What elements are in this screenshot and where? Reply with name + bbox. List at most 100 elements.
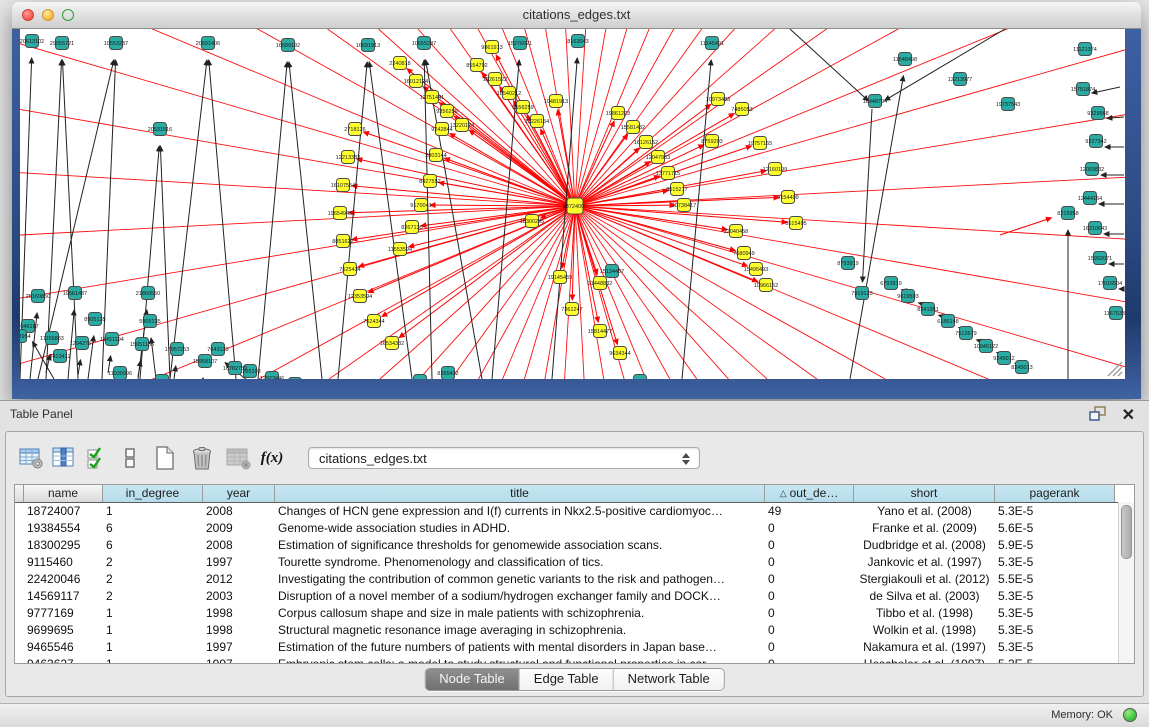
new-table-button[interactable] bbox=[150, 445, 180, 471]
table-cell[interactable]: 5.3E-5 bbox=[995, 588, 1115, 605]
column-header-indegree[interactable]: in_degree bbox=[103, 485, 203, 502]
show-column-button[interactable] bbox=[51, 445, 77, 471]
table-cell[interactable]: Dudbridge et al. (2008) bbox=[854, 537, 995, 554]
table-cell[interactable]: 1998 bbox=[203, 605, 275, 622]
table-cell[interactable]: 1 bbox=[103, 639, 203, 656]
table-cell[interactable]: 5.3E-5 bbox=[995, 622, 1115, 639]
table-cell[interactable]: 2 bbox=[103, 554, 203, 571]
delete-table-button[interactable] bbox=[187, 445, 217, 471]
column-header-name[interactable]: name bbox=[24, 485, 103, 502]
table-row[interactable]: 2242004622012Investigating the contribut… bbox=[15, 571, 1134, 588]
citation-network-graph[interactable]: 2718126122133831610755419654945885162276… bbox=[20, 29, 1125, 379]
table-cell[interactable]: de Silva et al. (2003) bbox=[854, 588, 995, 605]
table-cell[interactable]: 1997 bbox=[203, 554, 275, 571]
column-header-pagerank[interactable]: pagerank bbox=[995, 485, 1115, 502]
table-cell[interactable]: 18724007 bbox=[24, 503, 103, 520]
table-row[interactable]: 1872400712008Changes of HCN gene express… bbox=[15, 503, 1134, 520]
table-cell[interactable]: Changes of HCN gene expression and I(f) … bbox=[275, 503, 765, 520]
table-cell[interactable]: Tibbo et al. (1998) bbox=[854, 605, 995, 622]
window-titlebar[interactable]: citations_edges.txt bbox=[12, 2, 1141, 29]
column-header-year[interactable]: year bbox=[203, 485, 275, 502]
graph-node[interactable] bbox=[289, 378, 302, 380]
table-row[interactable]: 977716911998Corpus callosum shape and si… bbox=[15, 605, 1134, 622]
table-cell[interactable]: Genome-wide association studies in ADHD. bbox=[275, 520, 765, 537]
table-cell[interactable]: Disruption of a novel member of a sodium… bbox=[275, 588, 765, 605]
table-cell[interactable]: 5.3E-5 bbox=[995, 656, 1115, 664]
table-cell[interactable]: 2 bbox=[103, 571, 203, 588]
table-cell[interactable]: Corpus callosum shape and size in male p… bbox=[275, 605, 765, 622]
tab-node-table[interactable]: Node Table bbox=[425, 669, 520, 690]
table-settings-button[interactable] bbox=[18, 445, 44, 471]
table-cell[interactable]: 2008 bbox=[203, 503, 275, 520]
table-cell[interactable]: 0 bbox=[765, 588, 854, 605]
table-row[interactable]: 946362711997Embryonic stem cells: a mode… bbox=[15, 656, 1134, 664]
table-cell[interactable]: Estimation of significance thresholds fo… bbox=[275, 537, 765, 554]
table-row[interactable]: 946554611997Estimation of the future num… bbox=[15, 639, 1134, 656]
table-cell[interactable]: 49 bbox=[765, 503, 854, 520]
memory-ok-indicator[interactable] bbox=[1123, 708, 1137, 722]
table-cell[interactable]: 1997 bbox=[203, 656, 275, 664]
table-cell[interactable]: 5.3E-5 bbox=[995, 503, 1115, 520]
table-cell[interactable]: 2 bbox=[103, 588, 203, 605]
table-row[interactable]: 1830029562008Estimation of significance … bbox=[15, 537, 1134, 554]
table-cell[interactable]: Wolkin et al. (1998) bbox=[854, 622, 995, 639]
table-cell[interactable]: 18300295 bbox=[24, 537, 103, 554]
table-cell[interactable]: Embryonic stem cells: a model to study s… bbox=[275, 656, 765, 664]
vertical-scrollbar[interactable] bbox=[1118, 502, 1134, 663]
table-cell[interactable]: Hescheler et al. (1997) bbox=[854, 656, 995, 664]
table-cell[interactable]: 22420046 bbox=[24, 571, 103, 588]
table-cell[interactable]: 5.5E-5 bbox=[995, 571, 1115, 588]
table-cell[interactable]: 19384554 bbox=[24, 520, 103, 537]
table-cell[interactable]: 6 bbox=[103, 520, 203, 537]
table-cell[interactable]: Jankovic et al. (1997) bbox=[854, 554, 995, 571]
table-cell[interactable]: 9465546 bbox=[24, 639, 103, 656]
table-cell[interactable]: Structural magnetic resonance image aver… bbox=[275, 622, 765, 639]
table-cell[interactable]: Stergiakouli et al. (2012) bbox=[854, 571, 995, 588]
table-row[interactable]: 969969511998Structural magnetic resonanc… bbox=[15, 622, 1134, 639]
table-cell[interactable]: 5.6E-5 bbox=[995, 520, 1115, 537]
table-cell[interactable]: 0 bbox=[765, 605, 854, 622]
table-cell[interactable]: 2012 bbox=[203, 571, 275, 588]
table-cell[interactable]: 1 bbox=[103, 656, 203, 664]
table-cell[interactable]: 5.3E-5 bbox=[995, 639, 1115, 656]
table-cell[interactable]: 14569117 bbox=[24, 588, 103, 605]
table-cell[interactable]: Franke et al. (2009) bbox=[854, 520, 995, 537]
table-cell[interactable]: 9777169 bbox=[24, 605, 103, 622]
table-cell[interactable]: 0 bbox=[765, 656, 854, 664]
table-cell[interactable]: 9699695 bbox=[24, 622, 103, 639]
table-cell[interactable]: 2003 bbox=[203, 588, 275, 605]
table-cell[interactable]: 0 bbox=[765, 520, 854, 537]
table-cell[interactable]: 2009 bbox=[203, 520, 275, 537]
table-row[interactable]: 1456911722003Disruption of a novel membe… bbox=[15, 588, 1134, 605]
scrollbar-thumb[interactable] bbox=[1121, 505, 1132, 559]
table-cell[interactable]: 2008 bbox=[203, 537, 275, 554]
table-cell[interactable]: 0 bbox=[765, 537, 854, 554]
table-cell[interactable]: 1 bbox=[103, 503, 203, 520]
table-cell[interactable]: 1998 bbox=[203, 622, 275, 639]
table-row[interactable]: 911546021997Tourette syndrome. Phenomeno… bbox=[15, 554, 1134, 571]
column-header-outde[interactable]: △out_de… bbox=[765, 485, 854, 502]
resize-grip-icon[interactable] bbox=[1105, 359, 1123, 377]
table-cell[interactable]: 0 bbox=[765, 554, 854, 571]
table-cell[interactable]: Nakamura et al. (1997) bbox=[854, 639, 995, 656]
table-cell[interactable]: 0 bbox=[765, 639, 854, 656]
network-canvas[interactable]: 2718126122133831610755419654945885162276… bbox=[20, 29, 1125, 379]
float-panel-icon[interactable] bbox=[1089, 406, 1107, 422]
table-cell[interactable]: 6 bbox=[103, 537, 203, 554]
row-height-button[interactable] bbox=[117, 445, 143, 471]
column-header-title[interactable]: title bbox=[275, 485, 765, 502]
table-cell[interactable]: 5.3E-5 bbox=[995, 554, 1115, 571]
select-rows-button[interactable] bbox=[84, 445, 110, 471]
column-header-short[interactable]: short bbox=[854, 485, 995, 502]
table-cell[interactable]: 0 bbox=[765, 571, 854, 588]
table-cell[interactable]: 5.3E-5 bbox=[995, 605, 1115, 622]
table-cell[interactable]: 1 bbox=[103, 622, 203, 639]
table-cell[interactable]: 9463627 bbox=[24, 656, 103, 664]
table-cell[interactable]: 1 bbox=[103, 605, 203, 622]
table-cell[interactable]: Investigating the contribution of common… bbox=[275, 571, 765, 588]
tab-network-table[interactable]: Network Table bbox=[614, 669, 724, 690]
table-cell[interactable]: Estimation of the future numbers of pati… bbox=[275, 639, 765, 656]
close-panel-icon[interactable]: ✕ bbox=[1122, 403, 1135, 429]
table-cell[interactable]: 5.9E-5 bbox=[995, 537, 1115, 554]
table-cell[interactable]: 1997 bbox=[203, 639, 275, 656]
